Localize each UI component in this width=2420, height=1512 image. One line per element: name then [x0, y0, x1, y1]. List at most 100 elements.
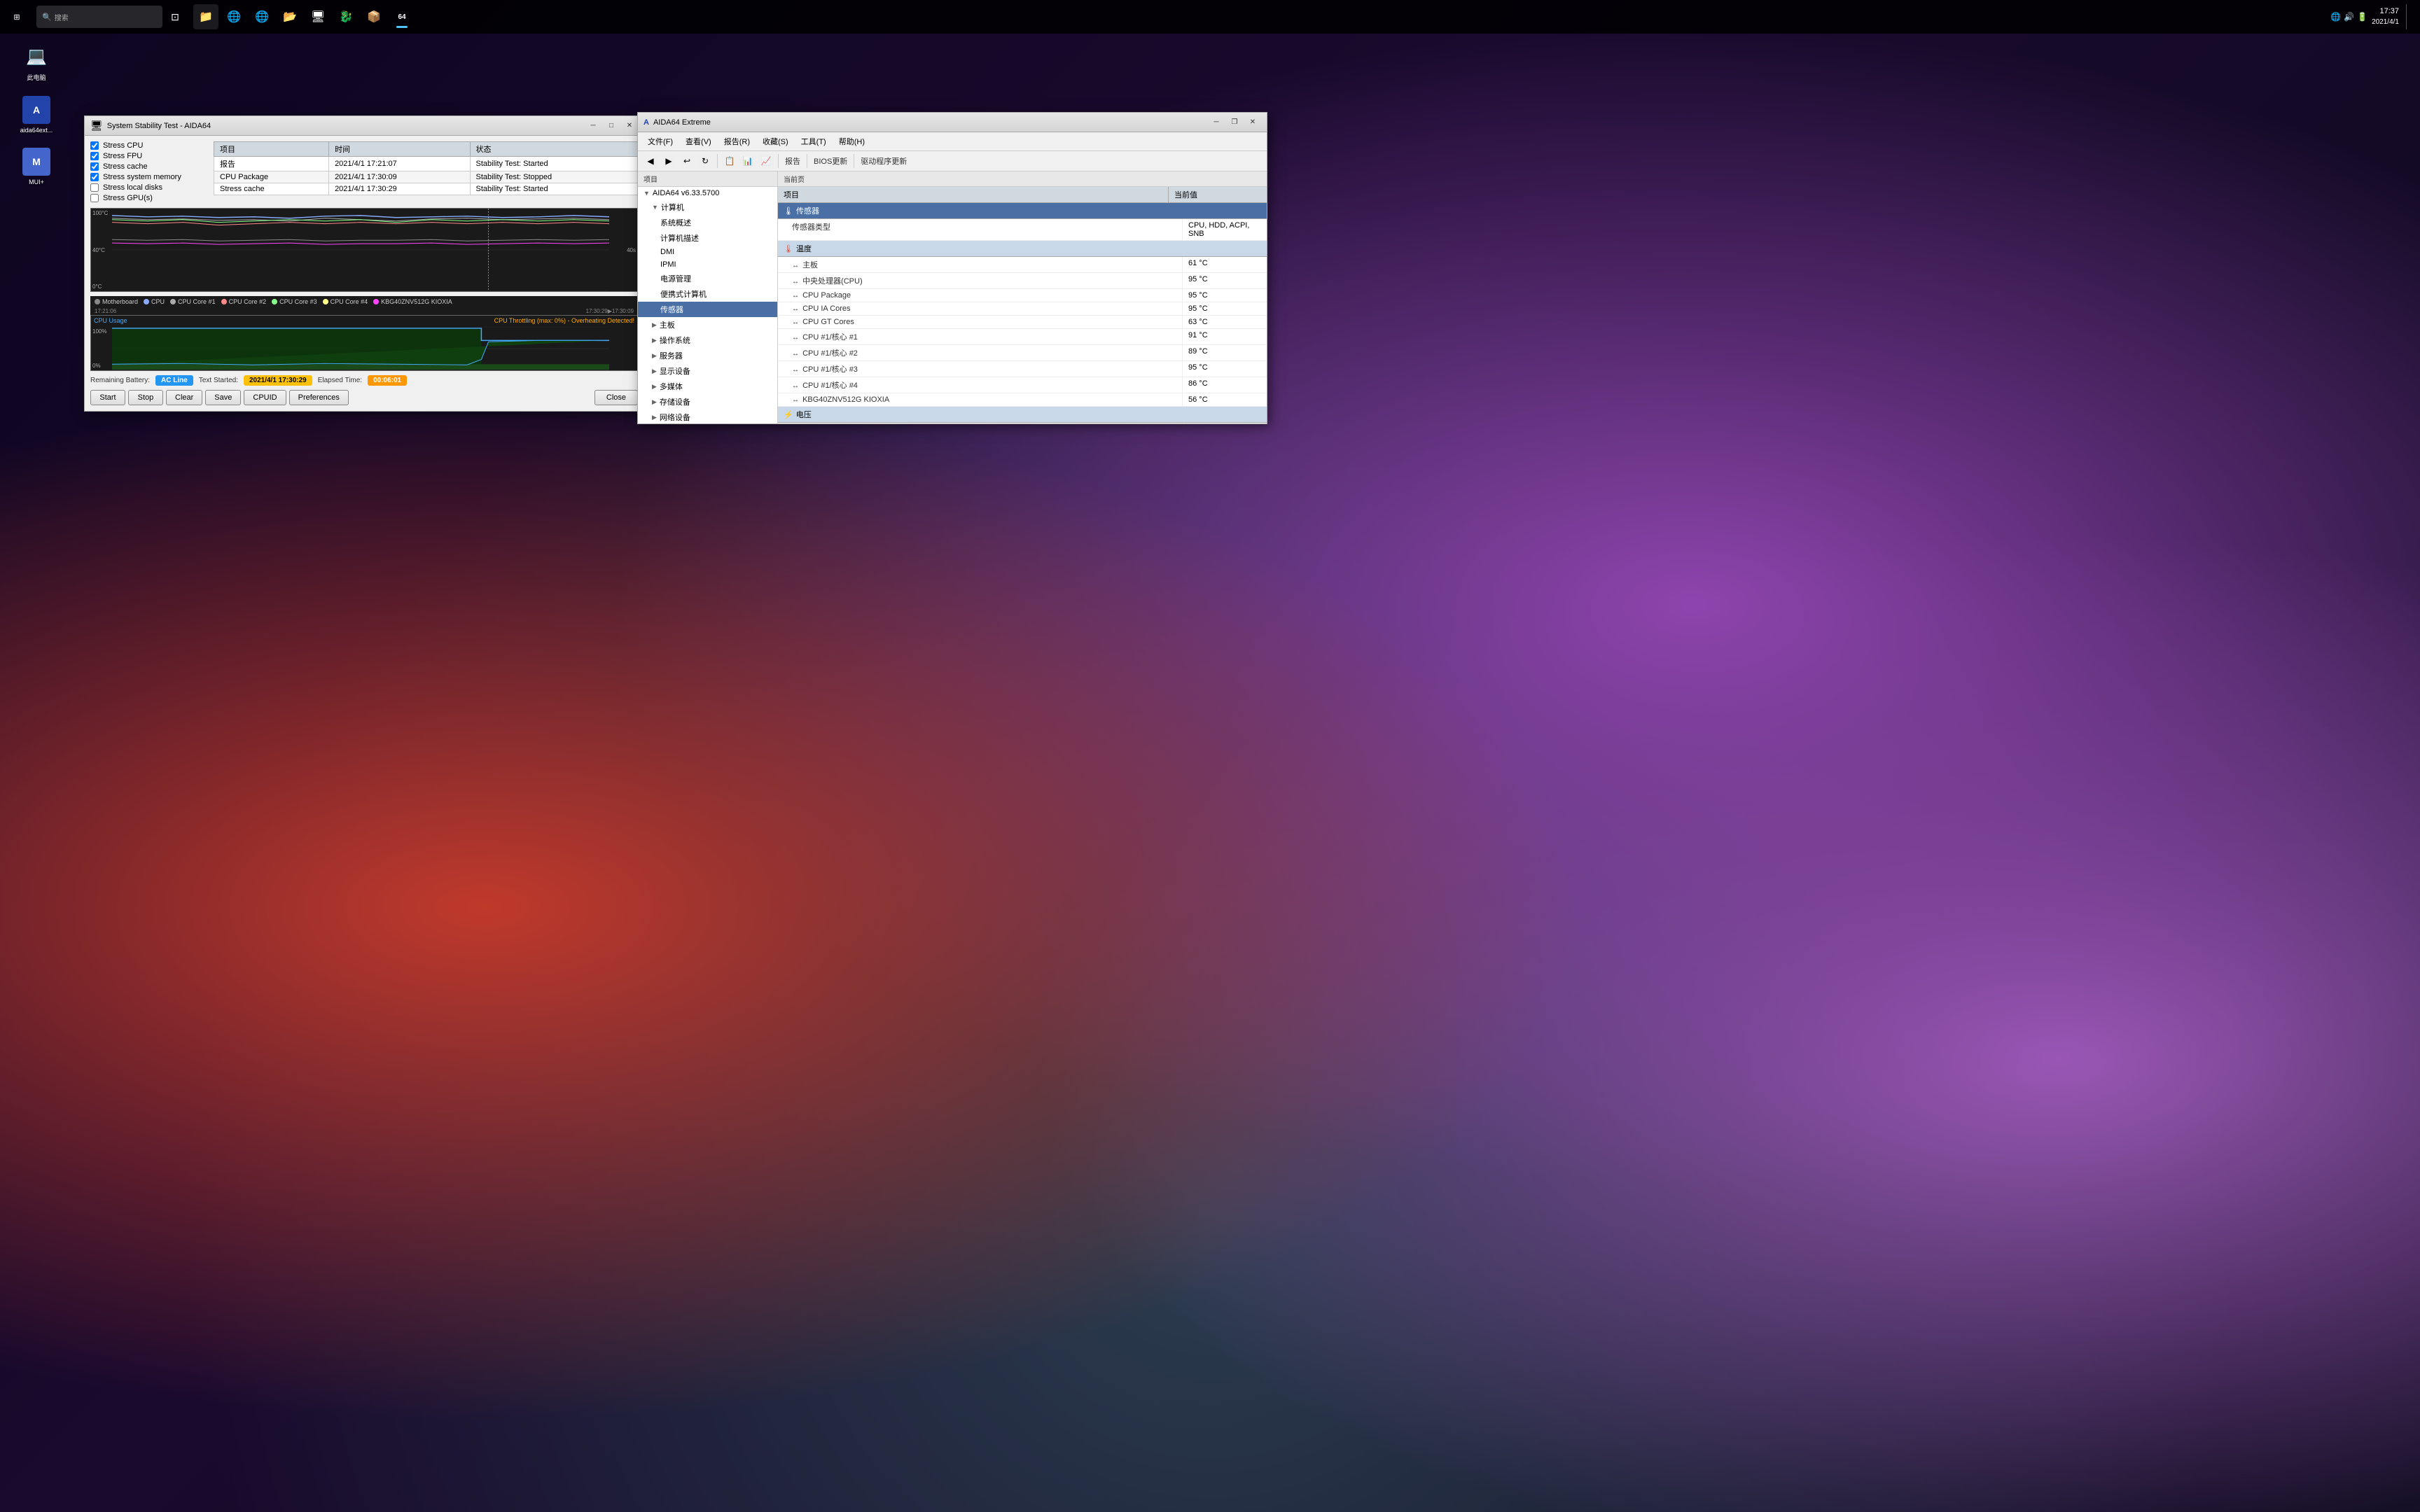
nav-item-sensor[interactable]: 传感器	[638, 302, 777, 317]
stress-fpu-checkbox[interactable]	[90, 152, 99, 160]
taskbar-show-desktop[interactable]	[2406, 4, 2412, 29]
temp-row-core1[interactable]: ↔ CPU #1/核心 #1 91 °C	[778, 329, 1267, 345]
stability-close-button[interactable]: ✕	[621, 119, 638, 133]
nav-item-computer[interactable]: ▼ 计算机	[638, 200, 777, 215]
stability-minimize-button[interactable]: ─	[585, 119, 601, 133]
nav-item-os[interactable]: ▶ 操作系统	[638, 332, 777, 348]
taskbar-clock[interactable]: 17:37 2021/4/1	[2372, 6, 2399, 27]
menu-report[interactable]: 报告(R)	[718, 134, 756, 148]
checkbox-stress-gpu[interactable]: Stress GPU(s)	[90, 194, 202, 202]
stress-disks-checkbox[interactable]	[90, 183, 99, 192]
taskbar-app-cortana[interactable]: 🌐	[221, 4, 246, 29]
desktop-icon-computer[interactable]: 💻 此电脑	[14, 42, 59, 82]
volt-cpu-core-key: ↔ CPU 核心	[778, 423, 1183, 424]
cpu-usage-graph: CPU Usage CPU Throttling (max: 0%) - Ove…	[90, 315, 638, 371]
sensor-type-row[interactable]: 传感器类型 CPU, HDD, ACPI, SNB	[778, 219, 1267, 241]
temp-core2-label: CPU #1/核心 #2	[802, 349, 858, 358]
menu-file[interactable]: 文件(F)	[642, 134, 679, 148]
checkbox-stress-fpu[interactable]: Stress FPU	[90, 152, 202, 160]
taskbar-app-explorer[interactable]: 📁	[193, 4, 218, 29]
toolbar-report-label[interactable]: 报告	[782, 155, 803, 167]
taskbar-apps: 📁 🌐 🌐 📂 🖥 🐉 📦 64	[188, 4, 2330, 29]
menu-tools[interactable]: 工具(T)	[795, 134, 832, 148]
menu-help[interactable]: 帮助(H)	[833, 134, 870, 148]
toolbar-graph[interactable]: 📈	[758, 153, 774, 169]
desktop-icon-aida64[interactable]: A aida64ext...	[14, 96, 59, 134]
toolbar-home[interactable]: ↩	[679, 153, 695, 169]
nav-item-storage[interactable]: ▶ 存储设备	[638, 394, 777, 410]
save-button[interactable]: Save	[205, 390, 241, 405]
toolbar-driver-label[interactable]: 驱动程序更新	[858, 155, 910, 167]
taskbar-app-files[interactable]: 📂	[277, 4, 302, 29]
toolbar-back[interactable]: ◀	[642, 153, 659, 169]
taskbar-app-edge[interactable]: 🌐	[249, 4, 274, 29]
aida-restore-button[interactable]: ❐	[1226, 115, 1243, 130]
stress-cpu-checkbox[interactable]	[90, 141, 99, 150]
checkbox-stress-memory[interactable]: Stress system memory	[90, 173, 202, 181]
temp-row-core2[interactable]: ↔ CPU #1/核心 #2 89 °C	[778, 345, 1267, 361]
stability-maximize-button[interactable]: □	[603, 119, 620, 133]
taskbar-app-misc1[interactable]: 🖥	[305, 4, 331, 29]
temp-row-cpu-package[interactable]: ↔ CPU Package 95 °C	[778, 289, 1267, 302]
text-started-label: Text Started:	[199, 377, 238, 384]
nav-item-media[interactable]: ▶ 多媒体	[638, 379, 777, 394]
temp-row-core3[interactable]: ↔ CPU #1/核心 #3 95 °C	[778, 361, 1267, 377]
taskbar-app-misc2[interactable]: 🐉	[333, 4, 359, 29]
temp-row-ssd[interactable]: ↔ KBG40ZNV512G KIOXIA 56 °C	[778, 393, 1267, 407]
stress-memory-checkbox[interactable]	[90, 173, 99, 181]
checkbox-stress-cache[interactable]: Stress cache	[90, 162, 202, 171]
temp-core1-key: ↔ CPU #1/核心 #1	[778, 329, 1183, 344]
temp-mainboard-val: 61 °C	[1183, 257, 1267, 272]
preferences-button[interactable]: Preferences	[289, 390, 349, 405]
temp-ssd-icon: ↔	[792, 396, 799, 404]
toolbar-report[interactable]: 📋	[721, 153, 738, 169]
aida-minimize-button[interactable]: ─	[1208, 115, 1225, 130]
checkbox-stress-disks[interactable]: Stress local disks	[90, 183, 202, 192]
taskbar-app-aida[interactable]: 64	[389, 4, 415, 29]
nav-item-server[interactable]: ▶ 服务器	[638, 348, 777, 363]
nav-item-portable[interactable]: 便携式计算机	[638, 286, 777, 302]
table-header-item: 项目	[214, 142, 329, 157]
nav-item-display[interactable]: ▶ 显示设备	[638, 363, 777, 379]
nav-item-dmi[interactable]: DMI	[638, 246, 777, 258]
temp-row-cpu-ia[interactable]: ↔ CPU IA Cores 95 °C	[778, 302, 1267, 316]
close-button[interactable]: Close	[594, 390, 638, 405]
aida-close-button[interactable]: ✕	[1244, 115, 1261, 130]
nav-dmi-label: DMI	[660, 248, 674, 256]
start-button[interactable]: Start	[90, 390, 125, 405]
stress-cache-checkbox[interactable]	[90, 162, 99, 171]
temp-row-core4[interactable]: ↔ CPU #1/核心 #4 86 °C	[778, 377, 1267, 393]
checkbox-stress-cpu[interactable]: Stress CPU	[90, 141, 202, 150]
nav-item-description[interactable]: 计算机描述	[638, 230, 777, 246]
taskbar-battery-icon: 🔋	[2357, 12, 2367, 22]
nav-item-ipmi[interactable]: IPMI	[638, 258, 777, 271]
nav-item-root[interactable]: ▼ AIDA64 v6.33.5700	[638, 187, 777, 200]
menu-view[interactable]: 查看(V)	[680, 134, 717, 148]
taskbar-app-misc3[interactable]: 📦	[361, 4, 387, 29]
stability-test-window: 🖥 System Stability Test - AIDA64 ─ □ ✕ S…	[84, 115, 644, 412]
taskbar-search[interactable]: 🔍 搜索	[36, 6, 162, 28]
cpu-usage-y-bot: 0%	[92, 363, 111, 369]
temp-row-cpu-gt[interactable]: ↔ CPU GT Cores 63 °C	[778, 316, 1267, 329]
volt-row-cpu-core[interactable]: ↔ CPU 核心 0.907 V	[778, 423, 1267, 424]
temp-row-cpu[interactable]: ↔ 中央处理器(CPU) 95 °C	[778, 273, 1267, 289]
toolbar-refresh[interactable]: ↻	[697, 153, 714, 169]
temp-core4-val: 86 °C	[1183, 377, 1267, 393]
stop-button[interactable]: Stop	[128, 390, 163, 405]
nav-item-network[interactable]: ▶ 网络设备	[638, 410, 777, 424]
nav-item-mainboard[interactable]: ▶ 主板	[638, 317, 777, 332]
clear-button[interactable]: Clear	[166, 390, 202, 405]
cpuid-button[interactable]: CPUID	[244, 390, 286, 405]
desktop-icon-mui[interactable]: M MUI+	[14, 148, 59, 186]
toolbar-forward[interactable]: ▶	[660, 153, 677, 169]
toolbar-bios-label[interactable]: BIOS更新	[811, 155, 850, 167]
sensor-type-header[interactable]: 🌡 传感器	[778, 203, 1267, 219]
temp-row-mainboard[interactable]: ↔ 主板 61 °C	[778, 257, 1267, 273]
toolbar-chart[interactable]: 📊	[739, 153, 756, 169]
stress-gpu-checkbox[interactable]	[90, 194, 99, 202]
start-button[interactable]: ⊞	[0, 0, 34, 34]
nav-item-power[interactable]: 电源管理	[638, 271, 777, 286]
task-view-button[interactable]: ⊡	[162, 4, 188, 29]
menu-favorites[interactable]: 收藏(S)	[757, 134, 794, 148]
nav-item-overview[interactable]: 系统概述	[638, 215, 777, 230]
